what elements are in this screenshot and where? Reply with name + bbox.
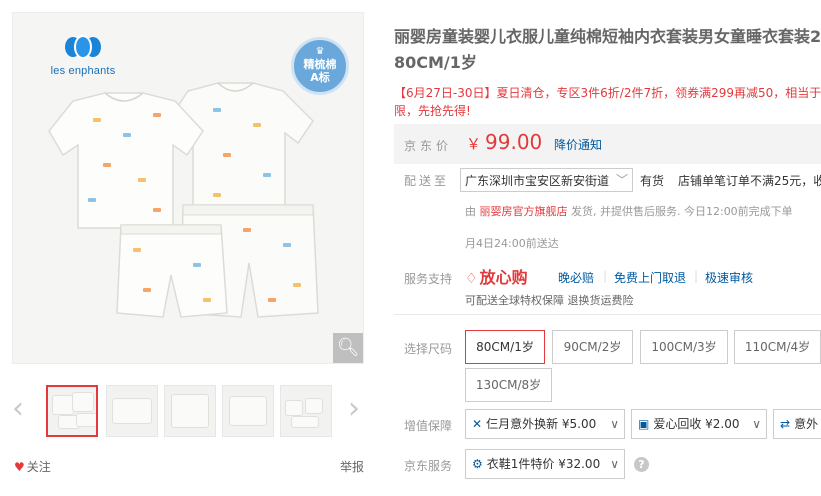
zoom-icon[interactable]: 🔍︎ <box>333 333 363 363</box>
product-title-line2: 80CM/1岁 <box>394 53 477 72</box>
jd-service-option-label: 衣鞋1件特价 ¥32.00 <box>486 457 601 471</box>
seller-info: 由 丽婴房官方旗舰店 发货, 并提供售后服务. 今日12:00前完成下单 <box>465 203 793 219</box>
jd-service-label: 京东服务 <box>404 459 453 473</box>
size-option-80[interactable]: 80CM/1岁 <box>465 330 545 364</box>
jd-service-option[interactable]: ⚙ 衣鞋1件特价 ¥32.00 ∨ <box>465 449 625 479</box>
chevron-down-icon: ∨ <box>610 417 619 431</box>
size-option-110[interactable]: 110CM/4岁 <box>734 330 821 364</box>
follow-label: 关注 <box>26 460 51 474</box>
follow-button[interactable]: ♥ 关注 <box>14 458 51 475</box>
service-note: 可配送全球特权保障 退换货运费险 <box>465 294 634 307</box>
seller-name-link[interactable]: 丽婴房官方旗舰店 <box>480 205 568 218</box>
recycle-icon: ▣ <box>638 417 650 431</box>
report-link[interactable]: 举报 <box>340 458 364 475</box>
seller-prefix: 由 <box>465 205 476 218</box>
shipping-address-select[interactable]: 广东深圳市宝安区新安街道 ﹀ <box>460 168 633 192</box>
shirt-icon: ⚙ <box>472 457 483 471</box>
size-option-130[interactable]: 130CM/8岁 <box>465 368 552 402</box>
service-item-1[interactable]: 晚必赔 <box>558 269 594 286</box>
pajama-set-illustration <box>48 82 319 318</box>
value-added-label: 增值保障 <box>404 419 453 433</box>
diamond-icon: ♢ <box>465 271 478 287</box>
vas-option-recycle[interactable]: ▣ 爱心回收 ¥2.00 ∨ <box>631 409 767 439</box>
chevron-down-icon: ∨ <box>610 457 619 471</box>
promo-text-line2: 限，先抢先得! <box>394 104 471 118</box>
price-value: ￥ 99.00 <box>466 130 542 154</box>
vas-option-3-label: 意外 <box>794 417 819 431</box>
promo-text: 【6月27日-30日】夏日清仓，专区3件6折/2件7折，领券满299再减50，相… <box>394 86 821 100</box>
product-title: 丽婴房童装婴儿衣服儿童纯棉短袖内衣套装男女童睡衣套装20 <box>394 27 821 46</box>
help-icon[interactable]: ? <box>634 457 649 472</box>
tools-icon: ✕ <box>472 417 483 431</box>
separator: | <box>603 269 608 283</box>
service-item-2[interactable]: 免费上门取退 <box>614 269 686 286</box>
service-brand: 放心购 <box>479 268 528 287</box>
separator: | <box>694 269 699 283</box>
vas-option-replace[interactable]: ✕ 仨月意外换新 ¥5.00 ∨ <box>465 409 625 439</box>
stock-status: 有货 <box>640 174 665 188</box>
chevron-down-icon: ∨ <box>752 417 761 431</box>
thumbnail-3[interactable] <box>164 385 216 437</box>
price-notify-link[interactable]: 降价通知 <box>554 136 602 153</box>
vas-option-2-label: 爱心回收 ¥2.00 <box>653 417 740 431</box>
price-box: 京东价 ￥ 99.00 降价通知 <box>394 124 821 164</box>
main-product-image[interactable]: les enphants ♛ 精梳棉 A标 🔍︎ <box>12 12 364 364</box>
chevron-down-icon: ﹀ <box>615 173 628 187</box>
price-label: 京东价 <box>404 139 453 153</box>
shipping-label: 配送至 <box>404 174 450 188</box>
size-option-90[interactable]: 90CM/2岁 <box>552 330 633 364</box>
thumb-prev-arrow-icon[interactable]: ‹ <box>12 394 24 424</box>
shipping-address: 广东深圳市宝安区新安街道 <box>465 174 610 188</box>
vas-option-1-label: 仨月意外换新 ¥5.00 <box>486 417 597 431</box>
thumb-next-arrow-icon[interactable]: › <box>348 394 360 424</box>
shipping-note: 店铺单笔订单不满25元，收 <box>678 174 821 188</box>
delivery-estimate: 月4日24:00前送达 <box>465 237 559 250</box>
divider <box>394 314 821 315</box>
thumbnail-1[interactable] <box>46 385 98 437</box>
service-label: 服务支持 <box>404 272 453 286</box>
seller-suffix: 发货, 并提供售后服务. 今日12:00前完成下单 <box>571 205 793 218</box>
thumbnail-2[interactable] <box>106 385 158 437</box>
fangxingou-logo[interactable]: ♢ 放心购 <box>465 264 528 288</box>
thumbnail-5[interactable] <box>280 385 332 437</box>
thumbnail-strip: ‹ › <box>12 382 364 442</box>
vas-option-accident[interactable]: ⇄ 意外 <box>773 409 821 439</box>
thumbnail-4[interactable] <box>222 385 274 437</box>
price-number: 99.00 <box>485 130 543 154</box>
size-option-100[interactable]: 100CM/3岁 <box>640 330 728 364</box>
swap-icon: ⇄ <box>780 417 791 431</box>
size-label: 选择尺码 <box>404 342 453 356</box>
service-item-3[interactable]: 极速审核 <box>705 269 753 286</box>
currency-symbol: ￥ <box>466 135 482 153</box>
heart-icon: ♥ <box>14 460 25 474</box>
